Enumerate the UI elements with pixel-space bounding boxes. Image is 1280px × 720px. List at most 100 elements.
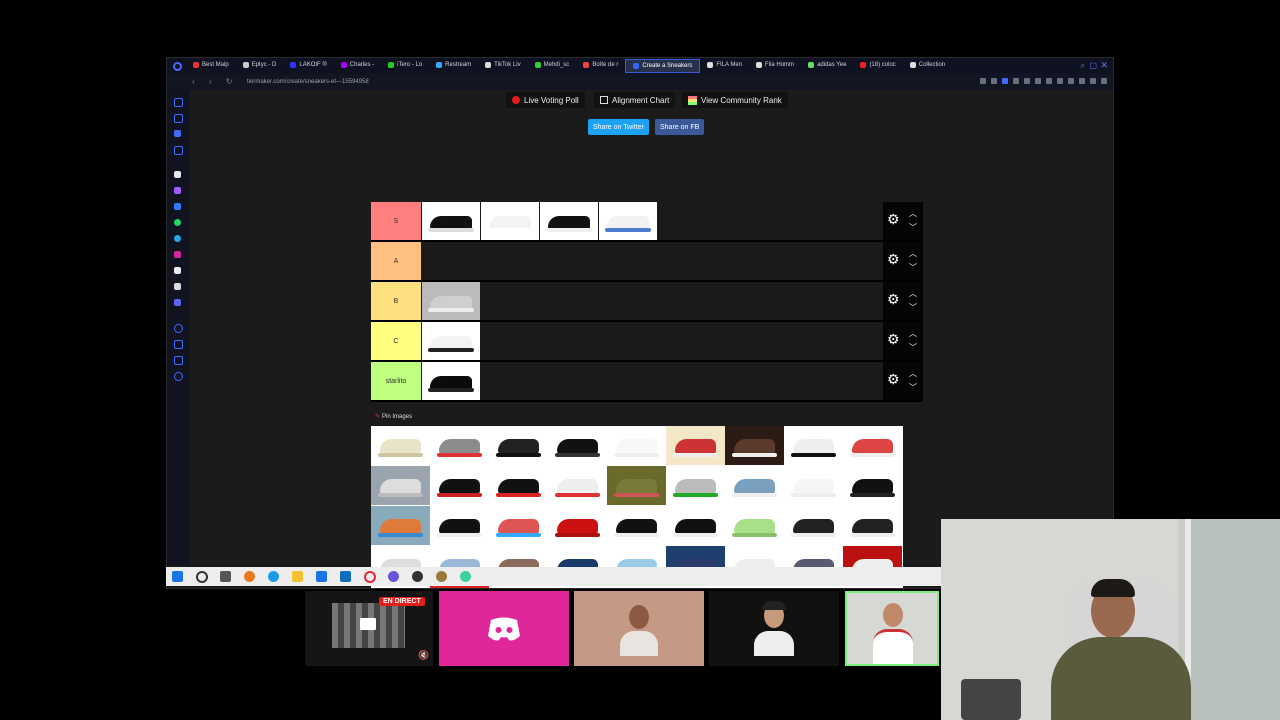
browser-tab[interactable]: adidas Yee bbox=[801, 59, 853, 71]
sneaker-image[interactable] bbox=[430, 506, 489, 545]
extension-icon[interactable] bbox=[1024, 78, 1030, 84]
sneaker-image[interactable] bbox=[489, 586, 548, 588]
browser-tab[interactable]: iTero - Lo bbox=[381, 59, 429, 71]
extension-icon[interactable] bbox=[1079, 78, 1085, 84]
messenger-icon[interactable] bbox=[174, 203, 181, 210]
sneaker-image[interactable] bbox=[430, 466, 489, 505]
chevron-up-icon[interactable]: ︿ bbox=[909, 328, 917, 339]
sidebar-icon[interactable] bbox=[174, 340, 183, 349]
live-voting-button[interactable]: Live Voting Poll bbox=[506, 92, 585, 108]
sneaker-image[interactable] bbox=[843, 586, 902, 588]
sneaker-image[interactable] bbox=[430, 586, 489, 588]
browser-icon[interactable] bbox=[388, 571, 399, 582]
sneaker-image[interactable] bbox=[725, 466, 784, 505]
participant-card[interactable] bbox=[709, 591, 839, 666]
sidebar-icon[interactable] bbox=[174, 146, 183, 155]
url-field[interactable]: tiermaker.com/create/sneakers-et---15594… bbox=[247, 79, 369, 85]
sidebar-icon[interactable] bbox=[174, 130, 181, 137]
sneaker-image[interactable] bbox=[599, 202, 657, 240]
sneaker-image[interactable] bbox=[784, 466, 843, 505]
minimize-icon[interactable]: ⌕ bbox=[1081, 61, 1085, 71]
sidebar-icon[interactable] bbox=[174, 98, 183, 107]
chevron-up-icon[interactable]: ︿ bbox=[909, 248, 917, 259]
windows-start-icon[interactable] bbox=[172, 571, 183, 582]
gear-icon[interactable]: ⚙ bbox=[887, 251, 900, 268]
sneaker-image[interactable] bbox=[607, 506, 666, 545]
sneaker-image[interactable] bbox=[843, 466, 902, 505]
sneaker-image[interactable] bbox=[422, 282, 480, 320]
sneaker-image[interactable] bbox=[422, 202, 480, 240]
sneaker-image[interactable] bbox=[540, 202, 598, 240]
telegram-icon[interactable] bbox=[174, 235, 181, 242]
sneaker-image[interactable] bbox=[481, 202, 539, 240]
chevron-up-icon[interactable]: ︿ bbox=[909, 368, 917, 379]
chevron-down-icon[interactable]: ﹀ bbox=[909, 302, 917, 313]
messenger-icon[interactable] bbox=[174, 187, 181, 194]
gear-icon[interactable]: ⚙ bbox=[887, 211, 900, 228]
sneaker-image[interactable] bbox=[422, 362, 480, 400]
tier-label[interactable]: A bbox=[371, 242, 421, 280]
sneaker-image[interactable] bbox=[371, 506, 430, 545]
chevron-down-icon[interactable]: ﹀ bbox=[909, 222, 917, 233]
search-icon[interactable] bbox=[196, 571, 208, 583]
browser-tab[interactable]: Boîte de r bbox=[576, 59, 625, 71]
sneaker-image[interactable] bbox=[666, 586, 725, 588]
extension-icon[interactable] bbox=[980, 78, 986, 84]
share-facebook-button[interactable]: Share on FB bbox=[655, 119, 705, 135]
browser-tab[interactable]: Restream bbox=[429, 59, 478, 71]
app-icon[interactable] bbox=[316, 571, 327, 582]
sneaker-image[interactable] bbox=[725, 506, 784, 545]
sneaker-image[interactable] bbox=[725, 426, 784, 465]
x-icon[interactable] bbox=[174, 283, 181, 290]
participant-card[interactable] bbox=[574, 591, 704, 666]
sneaker-image[interactable] bbox=[607, 586, 666, 588]
sneaker-image[interactable] bbox=[843, 506, 902, 545]
nav-buttons[interactable]: ‹ › ↻ bbox=[192, 77, 238, 86]
discord-icon[interactable] bbox=[174, 299, 181, 306]
discord-participant-card[interactable] bbox=[439, 591, 569, 666]
settings-icon[interactable] bbox=[174, 372, 183, 381]
sneaker-image[interactable] bbox=[666, 426, 725, 465]
browser-tab[interactable]: Create a Sneakers bbox=[625, 59, 701, 73]
sneaker-image[interactable] bbox=[371, 426, 430, 465]
community-rank-button[interactable]: View Community Rank bbox=[682, 92, 788, 108]
sneaker-image[interactable] bbox=[607, 426, 666, 465]
browser-tab[interactable]: (18) coloc bbox=[853, 59, 902, 71]
chevron-down-icon[interactable]: ﹀ bbox=[909, 382, 917, 393]
gear-icon[interactable]: ⚙ bbox=[887, 331, 900, 348]
app-icon[interactable] bbox=[244, 571, 255, 582]
tier-label[interactable]: B bbox=[371, 282, 421, 320]
extension-icon[interactable] bbox=[1090, 78, 1096, 84]
sneaker-image[interactable] bbox=[548, 506, 607, 545]
opera-icon[interactable] bbox=[364, 571, 376, 583]
app-icon[interactable] bbox=[268, 571, 279, 582]
sneaker-image[interactable] bbox=[371, 466, 430, 505]
sneaker-image[interactable] bbox=[489, 506, 548, 545]
pin-images-toggle[interactable]: ✎ Pin Images bbox=[375, 413, 412, 420]
sidebar-icon[interactable] bbox=[174, 324, 183, 333]
chevron-up-icon[interactable]: ︿ bbox=[909, 208, 917, 219]
sneaker-image[interactable] bbox=[430, 426, 489, 465]
chevron-up-icon[interactable]: ︿ bbox=[909, 288, 917, 299]
extension-icon[interactable] bbox=[1002, 78, 1008, 84]
alignment-chart-button[interactable]: Alignment Chart bbox=[594, 92, 676, 108]
sidebar-icon[interactable] bbox=[174, 356, 183, 365]
tier-label[interactable]: C bbox=[371, 322, 421, 360]
extension-icon[interactable] bbox=[1046, 78, 1052, 84]
browser-tab[interactable]: Charles - bbox=[334, 59, 381, 71]
browser-tab[interactable]: TikTok Liv bbox=[478, 59, 527, 71]
outlook-icon[interactable] bbox=[340, 571, 351, 582]
sneaker-image[interactable] bbox=[489, 466, 548, 505]
sneaker-image[interactable] bbox=[548, 466, 607, 505]
sidebar-icon[interactable] bbox=[174, 171, 181, 178]
extension-icon[interactable] bbox=[1057, 78, 1063, 84]
file-explorer-icon[interactable] bbox=[292, 571, 303, 582]
sneaker-image[interactable] bbox=[548, 426, 607, 465]
app-icon[interactable] bbox=[460, 571, 471, 582]
sneaker-image[interactable] bbox=[666, 506, 725, 545]
chevron-down-icon[interactable]: ﹀ bbox=[909, 262, 917, 273]
sneaker-image[interactable] bbox=[666, 466, 725, 505]
screen-share-card[interactable]: EN DIRECT 🔇 bbox=[305, 591, 433, 666]
share-twitter-button[interactable]: Share on Twitter bbox=[588, 119, 649, 135]
extension-icon[interactable] bbox=[1068, 78, 1074, 84]
